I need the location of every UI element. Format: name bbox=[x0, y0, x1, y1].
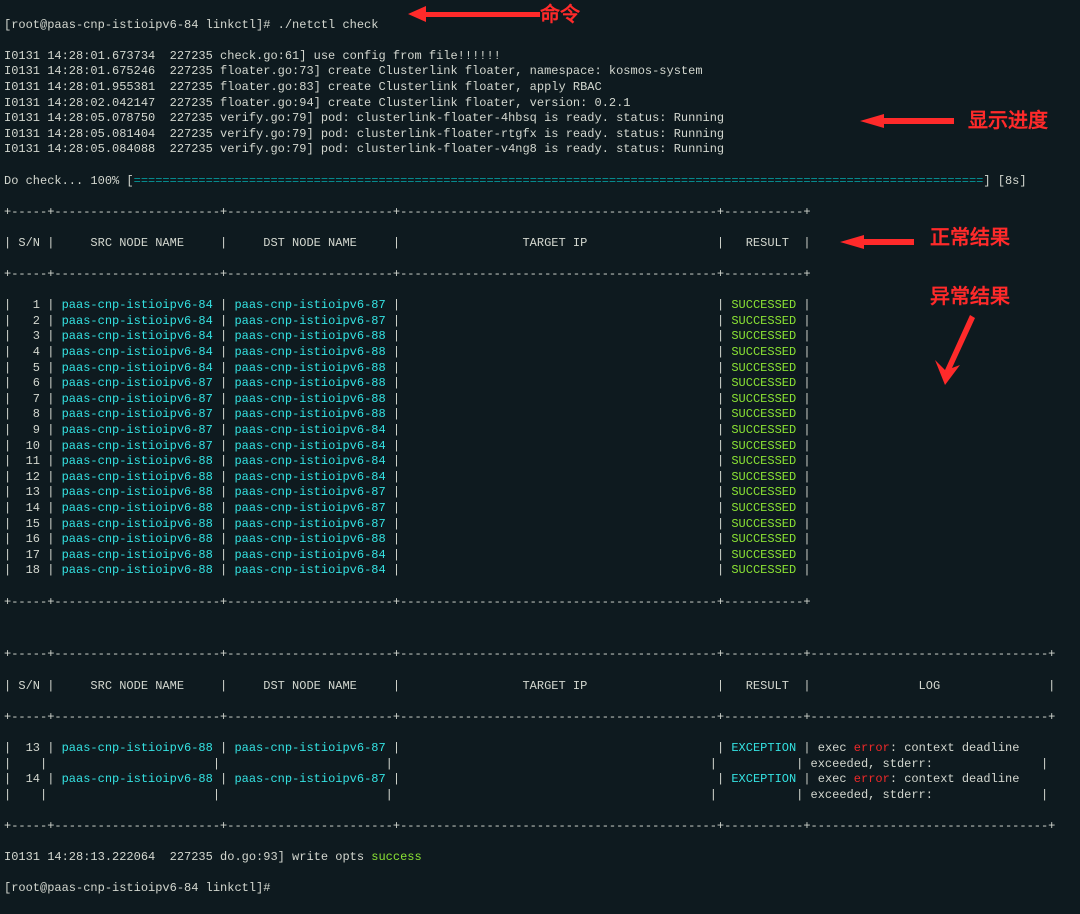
table-row: | 8 | paas-cnp-istioipv6-87 | paas-cnp-i… bbox=[4, 407, 1076, 423]
log-line: I0131 14:28:05.078750 227235 verify.go:7… bbox=[4, 111, 1076, 127]
table-row: | 13 | paas-cnp-istioipv6-88 | paas-cnp-… bbox=[4, 741, 1076, 772]
table-row: | 14 | paas-cnp-istioipv6-88 | paas-cnp-… bbox=[4, 772, 1076, 803]
table-row: | 5 | paas-cnp-istioipv6-84 | paas-cnp-i… bbox=[4, 361, 1076, 377]
table-row: | 2 | paas-cnp-istioipv6-84 | paas-cnp-i… bbox=[4, 314, 1076, 330]
log-line: I0131 14:28:05.081404 227235 verify.go:7… bbox=[4, 127, 1076, 143]
progress-line: Do check... 100% [======================… bbox=[4, 174, 1076, 190]
table-row: | 10 | paas-cnp-istioipv6-87 | paas-cnp-… bbox=[4, 439, 1076, 455]
table-sep: +-----+-----------------------+---------… bbox=[4, 710, 1076, 726]
table-row: | 4 | paas-cnp-istioipv6-84 | paas-cnp-i… bbox=[4, 345, 1076, 361]
arrow-icon bbox=[420, 12, 540, 17]
table-sep: +-----+-----------------------+---------… bbox=[4, 647, 1076, 663]
table-sep: +-----+-----------------------+---------… bbox=[4, 595, 1076, 611]
table-row: | 13 | paas-cnp-istioipv6-88 | paas-cnp-… bbox=[4, 485, 1076, 501]
footer-prompt[interactable]: [root@paas-cnp-istioipv6-84 linkctl]# bbox=[4, 881, 1076, 897]
terminal-output[interactable]: [root@paas-cnp-istioipv6-84 linkctl]# ./… bbox=[0, 0, 1080, 914]
log-line: I0131 14:28:02.042147 227235 floater.go:… bbox=[4, 96, 1076, 112]
log-line: I0131 14:28:01.675246 227235 floater.go:… bbox=[4, 64, 1076, 80]
footer-log: I0131 14:28:13.222064 227235 do.go:93] w… bbox=[4, 850, 1076, 866]
table-row: | 14 | paas-cnp-istioipv6-88 | paas-cnp-… bbox=[4, 501, 1076, 517]
arrow-icon bbox=[408, 6, 426, 22]
table-row: | 12 | paas-cnp-istioipv6-88 | paas-cnp-… bbox=[4, 470, 1076, 486]
table-header: | S/N | SRC NODE NAME | DST NODE NAME | … bbox=[4, 236, 1076, 252]
table-row: | 15 | paas-cnp-istioipv6-88 | paas-cnp-… bbox=[4, 517, 1076, 533]
table-row: | 9 | paas-cnp-istioipv6-87 | paas-cnp-i… bbox=[4, 423, 1076, 439]
log-line: I0131 14:28:01.955381 227235 floater.go:… bbox=[4, 80, 1076, 96]
log-line: I0131 14:28:05.084088 227235 verify.go:7… bbox=[4, 142, 1076, 158]
table-row: | 1 | paas-cnp-istioipv6-84 | paas-cnp-i… bbox=[4, 298, 1076, 314]
prompt-line: [root@paas-cnp-istioipv6-84 linkctl]# ./… bbox=[4, 18, 1076, 34]
table-row: | 11 | paas-cnp-istioipv6-88 | paas-cnp-… bbox=[4, 454, 1076, 470]
table-sep: +-----+-----------------------+---------… bbox=[4, 819, 1076, 835]
table-row: | 17 | paas-cnp-istioipv6-88 | paas-cnp-… bbox=[4, 548, 1076, 564]
table-sep: +-----+-----------------------+---------… bbox=[4, 205, 1076, 221]
table-header: | S/N | SRC NODE NAME | DST NODE NAME | … bbox=[4, 679, 1076, 695]
log-line: I0131 14:28:01.673734 227235 check.go:61… bbox=[4, 49, 1076, 65]
table-row: | 7 | paas-cnp-istioipv6-87 | paas-cnp-i… bbox=[4, 392, 1076, 408]
table-row: | 16 | paas-cnp-istioipv6-88 | paas-cnp-… bbox=[4, 532, 1076, 548]
table-row: | 6 | paas-cnp-istioipv6-87 | paas-cnp-i… bbox=[4, 376, 1076, 392]
table-sep: +-----+-----------------------+---------… bbox=[4, 267, 1076, 283]
table-row: | 18 | paas-cnp-istioipv6-88 | paas-cnp-… bbox=[4, 563, 1076, 579]
table-row: | 3 | paas-cnp-istioipv6-84 | paas-cnp-i… bbox=[4, 329, 1076, 345]
